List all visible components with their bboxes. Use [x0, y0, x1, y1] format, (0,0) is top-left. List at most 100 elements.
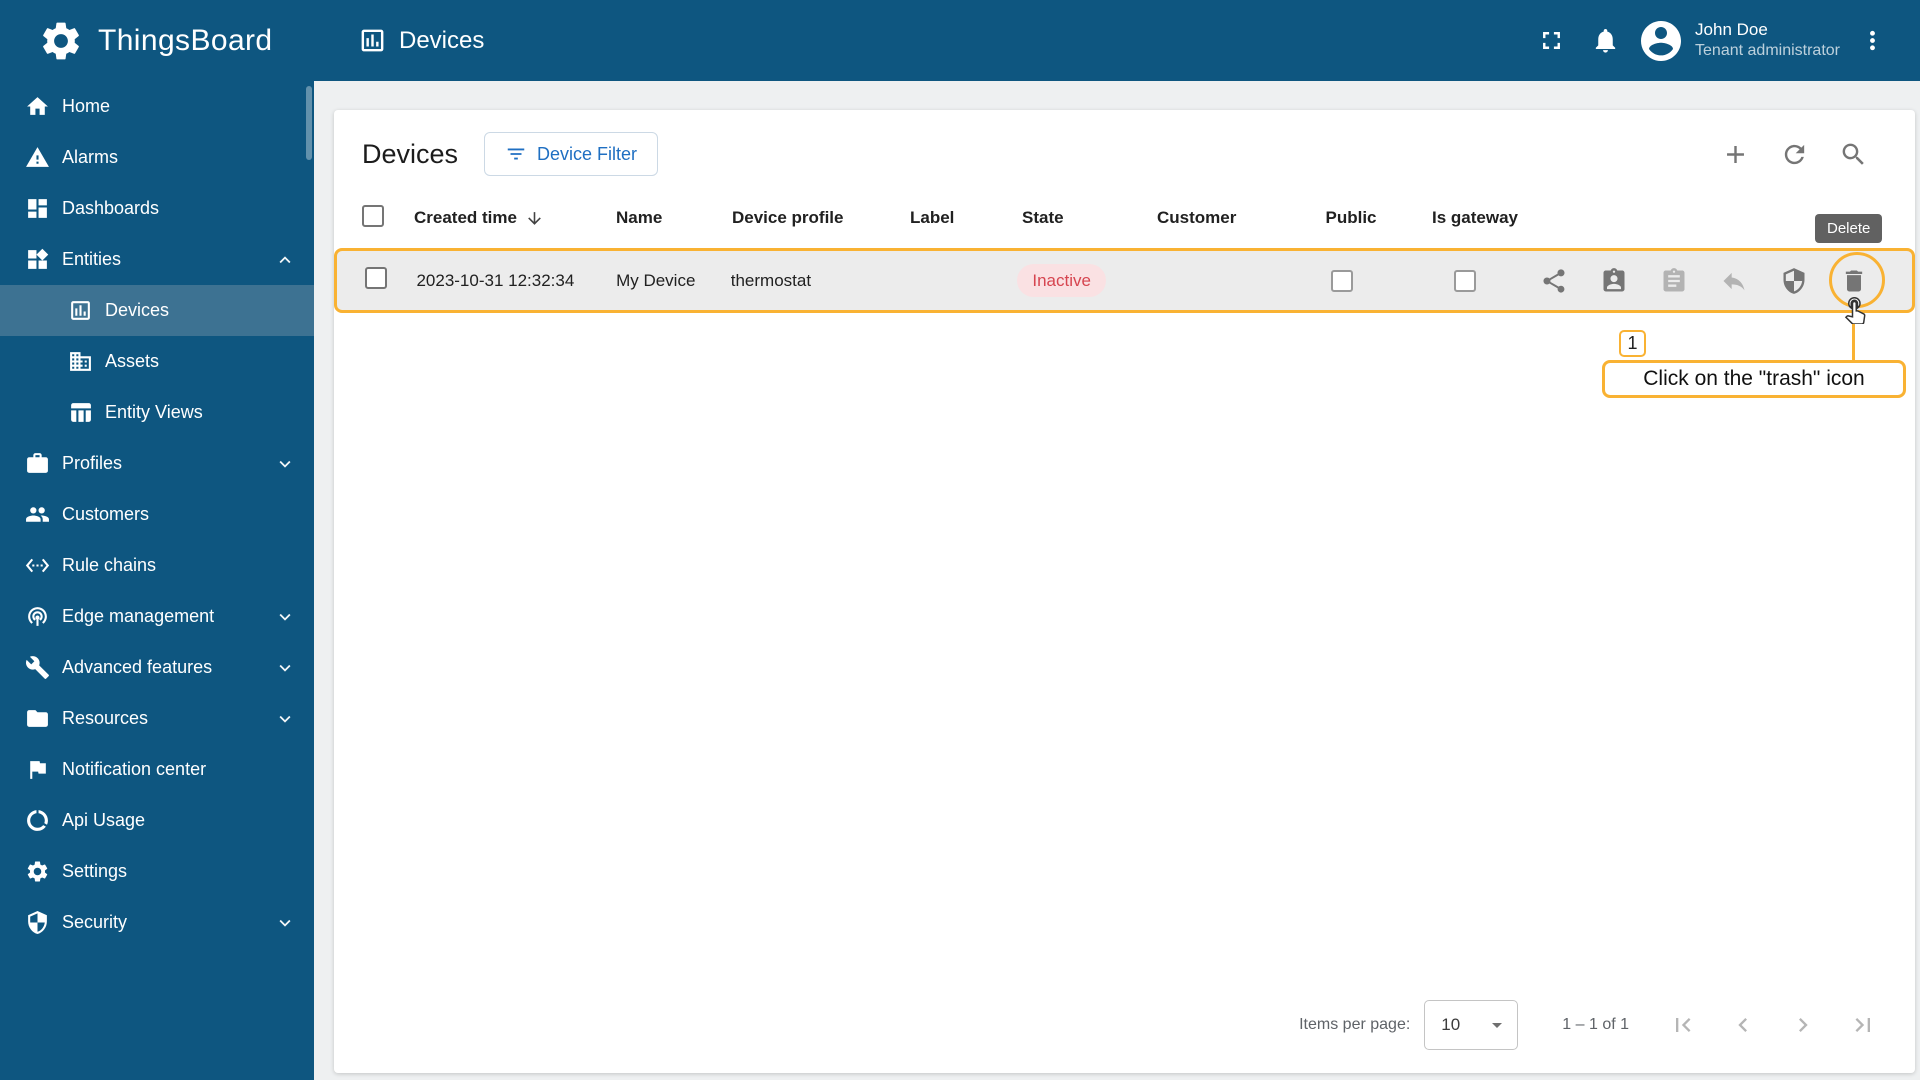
sidebar-item-edge-management[interactable]: Edge management [0, 591, 314, 642]
filter-icon [505, 143, 527, 165]
unassign-button[interactable] [1714, 261, 1754, 301]
chevron-down-icon [274, 606, 296, 628]
sidebar-item-rule-chains[interactable]: Rule chains [0, 540, 314, 591]
sidebar-item-notification-center[interactable]: Notification center [0, 744, 314, 795]
sidebar-item-label: Edge management [62, 606, 215, 626]
items-per-page-label: Items per page: [1299, 1016, 1411, 1033]
search-icon [1839, 140, 1868, 169]
sidebar-item-label: Rule chains [62, 555, 157, 575]
cell-device-profile: thermostat [730, 270, 812, 290]
page-title: Devices [399, 26, 485, 54]
sidebar-item-label: Profiles [62, 453, 123, 473]
sidebar-item-home[interactable]: Home [0, 81, 314, 132]
edge-management-icon [25, 604, 50, 629]
chevron-up-icon [274, 249, 296, 271]
alarms-icon [25, 145, 50, 170]
notifications-button[interactable] [1583, 19, 1627, 63]
chevron-right-icon [1789, 1011, 1817, 1039]
sidebar-item-assets[interactable]: Assets [0, 336, 314, 387]
share-button[interactable] [1534, 261, 1574, 301]
last-page-icon [1849, 1011, 1877, 1039]
refresh-icon [1780, 140, 1809, 169]
column-header-name[interactable]: Name [608, 208, 724, 228]
manage-credentials-button[interactable] [1654, 261, 1694, 301]
refresh-button[interactable] [1772, 132, 1816, 176]
sidebar-item-dashboards[interactable]: Dashboards [0, 183, 314, 234]
sidebar-item-security[interactable]: Security [0, 897, 314, 948]
next-page-button[interactable] [1779, 1001, 1827, 1049]
sidebar: ThingsBoard Home Alarms Dashboards Entit… [0, 0, 314, 1080]
api-usage-icon [25, 808, 50, 833]
card-title: Devices [362, 138, 459, 169]
chevron-down-icon [274, 453, 296, 475]
page-size-select[interactable]: 10 [1424, 1000, 1519, 1050]
column-header-created-time[interactable]: Created time [406, 208, 608, 228]
sidebar-item-entity-views[interactable]: Entity Views [0, 387, 314, 438]
sidebar-item-api-usage[interactable]: Api Usage [0, 795, 314, 846]
public-checkbox[interactable] [1331, 269, 1354, 292]
fullscreen-button[interactable] [1529, 19, 1573, 63]
select-all-checkbox[interactable] [362, 204, 384, 227]
sidebar-item-devices[interactable]: Devices [0, 285, 314, 336]
user-info: John Doe Tenant administrator [1695, 19, 1840, 62]
manage-credentials-icon [1660, 267, 1688, 295]
sidebar-scrollbar[interactable] [306, 86, 312, 160]
sidebar-item-resources[interactable]: Resources [0, 693, 314, 744]
customers-icon [25, 502, 50, 527]
add-device-button[interactable] [1713, 132, 1757, 176]
row-checkbox[interactable] [365, 267, 387, 289]
previous-page-button[interactable] [1719, 1001, 1767, 1049]
first-page-button[interactable] [1659, 1001, 1707, 1049]
is-gateway-checkbox[interactable] [1453, 269, 1476, 292]
notifications-bell-icon [1591, 26, 1620, 55]
sidebar-item-label: Alarms [62, 147, 119, 167]
chevron-left-icon [1729, 1011, 1757, 1039]
last-page-button[interactable] [1839, 1001, 1887, 1049]
app-logo[interactable]: ThingsBoard [0, 0, 314, 81]
kebab-menu-icon [1858, 26, 1887, 55]
table-header-row: Created time Name Device profile Label S… [334, 188, 1915, 248]
device-filter-button[interactable]: Device Filter [484, 132, 659, 176]
column-header-public[interactable]: Public [1297, 208, 1405, 228]
profiles-icon [25, 451, 50, 476]
app-root: ThingsBoard Home Alarms Dashboards Entit… [0, 0, 1920, 1080]
resources-icon [25, 706, 50, 731]
dashboards-icon [25, 196, 50, 221]
user-menu-button[interactable]: John Doe Tenant administrator [1637, 17, 1840, 65]
page-title-group: Devices [358, 26, 484, 55]
security-button[interactable] [1774, 261, 1814, 301]
sidebar-item-settings[interactable]: Settings [0, 846, 314, 897]
topbar-actions: John Doe Tenant administrator [1529, 17, 1894, 65]
sidebar-item-label: Dashboards [62, 198, 160, 218]
annotation-instruction: Click on the "trash" icon [1602, 360, 1906, 398]
assign-to-customer-icon [1600, 267, 1628, 295]
search-button[interactable] [1831, 132, 1875, 176]
sidebar-item-profiles[interactable]: Profiles [0, 438, 314, 489]
security-icon [25, 910, 50, 935]
page-size-value: 10 [1441, 1015, 1461, 1034]
sidebar-item-entities[interactable]: Entities [0, 234, 314, 285]
sidebar-item-customers[interactable]: Customers [0, 489, 314, 540]
column-header-customer[interactable]: Customer [1149, 208, 1297, 228]
column-header-label[interactable]: Label [902, 208, 1014, 228]
content-area: Devices Device Filter Created time Name … [314, 81, 1920, 1080]
column-header-state[interactable]: State [1014, 208, 1149, 228]
cell-is-gateway [1396, 269, 1534, 292]
select-all-cell [334, 204, 406, 232]
user-role: Tenant administrator [1695, 42, 1840, 60]
column-header-device-profile[interactable]: Device profile [724, 208, 902, 228]
sidebar-item-alarms[interactable]: Alarms [0, 132, 314, 183]
column-header-is-gateway[interactable]: Is gateway [1405, 208, 1545, 228]
hand-cursor-icon [1840, 294, 1870, 324]
table-row[interactable]: 2023-10-31 12:32:34 My Device thermostat… [337, 251, 1912, 310]
assign-to-customer-button[interactable] [1594, 261, 1634, 301]
more-menu-button[interactable] [1850, 19, 1894, 63]
sidebar-item-label: Notification center [62, 759, 207, 779]
entity-views-icon [68, 400, 93, 425]
devices-icon [68, 298, 93, 323]
dropdown-caret-icon [1485, 1013, 1509, 1037]
annotation-step-badge: 1 [1619, 330, 1646, 357]
cell-name: My Device [616, 270, 696, 290]
cell-public [1289, 269, 1396, 292]
sidebar-item-advanced-features[interactable]: Advanced features [0, 642, 314, 693]
